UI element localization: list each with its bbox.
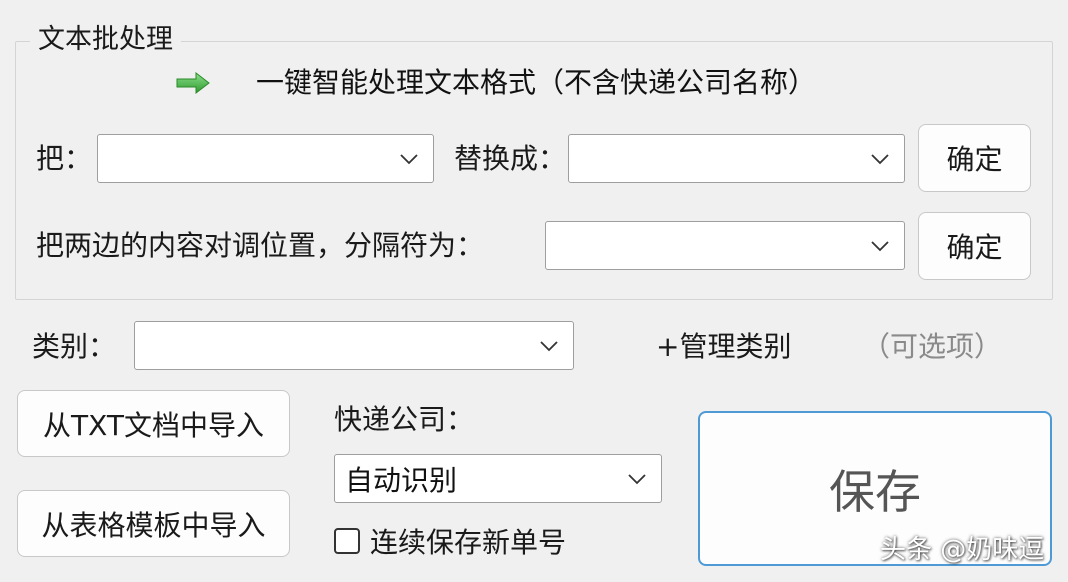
express-company-selected: 自动识别 [345,463,458,497]
swap-label: 把两边的内容对调位置，分隔符为： [36,229,485,262]
category-label: 类别： [32,330,117,363]
import-table-template-button[interactable]: 从表格模板中导入 [17,490,290,557]
continuous-save-checkbox[interactable] [334,528,360,554]
continuous-save-label[interactable]: 连续保存新单号 [370,521,566,561]
manage-category-link[interactable]: +管理类别 [656,327,791,367]
import-txt-button[interactable]: 从TXT文档中导入 [17,390,290,457]
express-company-select[interactable]: 自动识别 [334,454,662,503]
replace-confirm-button[interactable]: 确定 [918,124,1031,192]
chevron-down-icon [871,240,889,251]
optional-hint: （可选项） [862,330,1003,363]
chevron-down-icon [400,153,418,164]
watermark-text: 头条 @奶味逗 [880,535,1045,565]
chevron-down-icon [540,340,558,351]
replace-from-label: 把： [36,142,93,175]
category-combobox[interactable] [134,321,574,370]
continuous-save-option[interactable]: 连续保存新单号 [334,521,566,561]
replace-from-combobox[interactable] [97,134,434,183]
swap-confirm-button[interactable]: 确定 [918,212,1031,280]
separator-combobox[interactable] [545,221,905,270]
replace-to-combobox[interactable] [568,134,905,183]
groupbox-title: 文本批处理 [30,22,181,58]
express-company-label: 快递公司： [334,403,475,436]
replace-to-label: 替换成： [454,142,567,175]
green-arrow-icon[interactable] [176,72,210,94]
chevron-down-icon [628,473,646,484]
chevron-down-icon [871,153,889,164]
smart-process-link[interactable]: 一键智能处理文本格式（不含快递公司名称） [256,65,816,101]
